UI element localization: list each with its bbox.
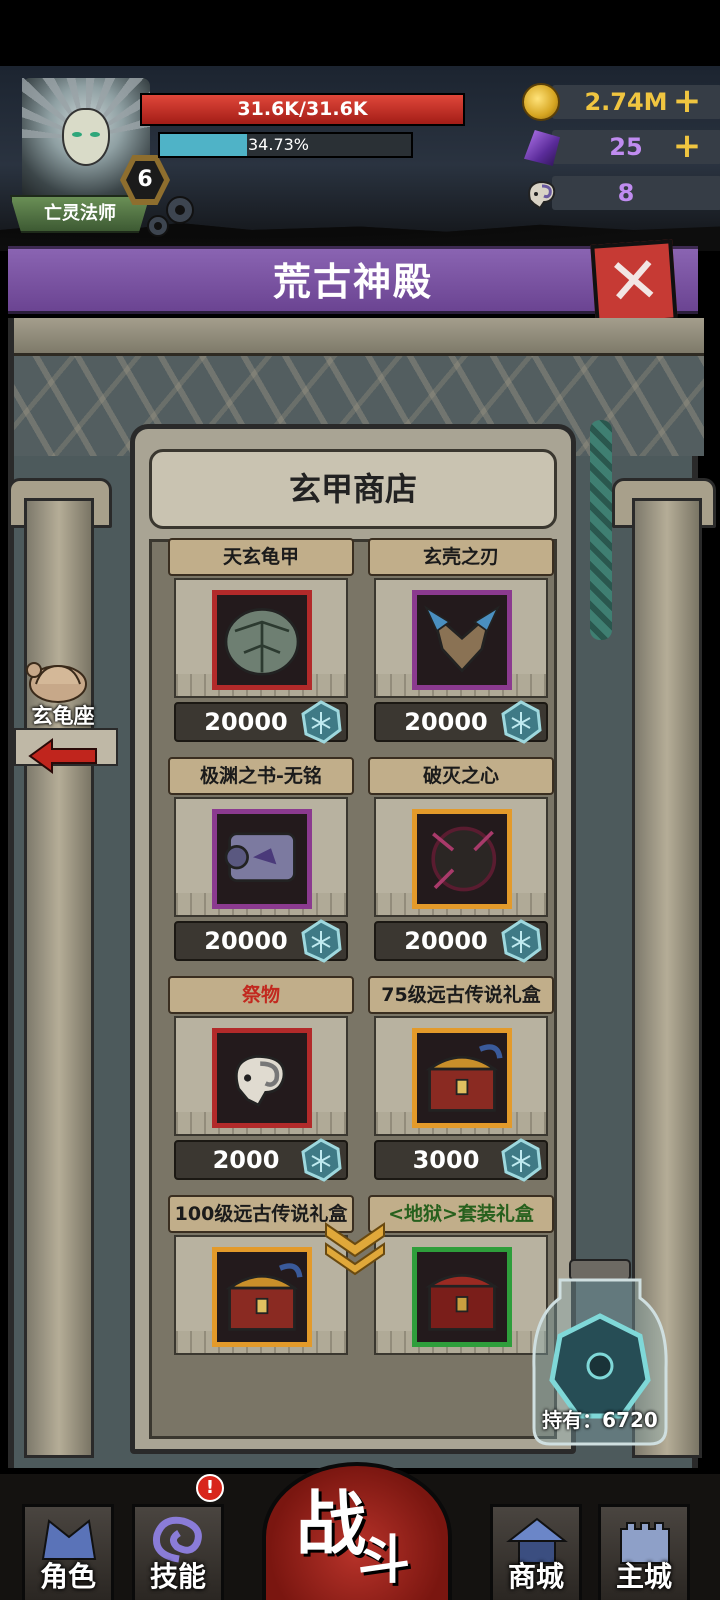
shop-item-name: 75级远古传说礼盒 (368, 976, 554, 1014)
turtle-shell-icon (224, 608, 300, 676)
shop-item-price[interactable]: 2000 (174, 1138, 348, 1182)
nav-store-button[interactable]: 商城 (490, 1504, 582, 1600)
item-frame (412, 809, 512, 909)
shop-item-name: 极渊之书-无铭 (168, 757, 354, 795)
ram-skull-resource: 8 (522, 174, 720, 212)
gem-resource: 25 + (522, 128, 720, 166)
price-value: 20000 (204, 927, 288, 955)
nav-role-label: 角色 (39, 1560, 96, 1593)
item-frame (412, 590, 512, 690)
left-pillar (24, 498, 94, 1458)
price-value: 20000 (204, 708, 288, 736)
item-frame (212, 1247, 312, 1347)
shop-item-name: 天玄龟甲 (168, 538, 354, 576)
vine-decoration (590, 420, 612, 640)
shop-item-card[interactable]: 祭物 2000 (168, 976, 354, 1182)
battle-label-1: 战 (296, 1483, 366, 1565)
temple-lintel (14, 318, 704, 356)
holding-count: 持有：6720 (542, 1408, 658, 1432)
nav-city-button[interactable]: 主城 (598, 1504, 690, 1600)
gold-resource: 2.74M + (522, 83, 720, 121)
xp-bar-fill (160, 134, 248, 156)
ram-skull-value: 8 (617, 179, 635, 207)
xp-text: 34.73% (248, 135, 310, 154)
nav-role-button[interactable]: 角色 (22, 1504, 114, 1600)
avatar-face (62, 108, 110, 166)
nav-skill-label: 技能 (149, 1560, 206, 1593)
close-icon: ✕ (604, 243, 664, 321)
player-class-name: 亡灵法师 (10, 195, 150, 233)
hp-bar: 31.6K/31.6K (140, 93, 465, 126)
shop-item-price[interactable]: 20000 (374, 919, 548, 963)
item-frame (412, 1247, 512, 1347)
shop-item-price[interactable]: 20000 (174, 700, 348, 744)
gem-add-button[interactable]: + (672, 128, 702, 166)
price-value: 20000 (404, 927, 488, 955)
shop-item-display (374, 1016, 548, 1136)
abyss-scroll-icon (224, 832, 296, 882)
shop-item-price[interactable]: 20000 (374, 700, 548, 744)
skill-notification-badge: ! (196, 1474, 224, 1502)
gold-add-button[interactable]: + (672, 83, 702, 121)
shop-item-display (374, 1235, 548, 1355)
nav-city-label: 主城 (615, 1560, 672, 1593)
xuan-shard-icon (501, 1138, 542, 1182)
shop-item-display (174, 797, 348, 917)
price-value: 2000 (212, 1146, 280, 1174)
shop-item-card[interactable]: 破灭之心 20000 (368, 757, 554, 963)
dark-heart-icon (431, 826, 497, 892)
price-value: 3000 (412, 1146, 480, 1174)
dragon-chest-icon (425, 1044, 503, 1112)
back-arrow-icon[interactable] (28, 738, 98, 774)
shop-item-card[interactable]: 玄壳之刃 20000 (368, 538, 554, 744)
xp-bar: 34.73% (158, 132, 413, 158)
item-frame (212, 1028, 312, 1128)
item-frame (412, 1028, 512, 1128)
shop-item-card[interactable]: 75级远古传说礼盒 3000 (368, 976, 554, 1182)
pedestal-label[interactable]: 玄龟座 (18, 700, 108, 730)
shop-item-card[interactable]: 极渊之书-无铭 20000 (168, 757, 354, 963)
shop-item-name: 玄壳之刃 (368, 538, 554, 576)
ram-skull-icon (235, 1055, 286, 1107)
shop-title: 玄甲商店 (288, 470, 417, 508)
shop-item-display (374, 578, 548, 698)
battle-label-2: 斗 (358, 1531, 411, 1591)
close-button[interactable]: ✕ (590, 239, 678, 327)
hell-chest-icon (425, 1274, 499, 1331)
shop-item-card[interactable]: <地狱>套装礼盒 (368, 1195, 554, 1357)
turtle-statue-icon[interactable] (22, 650, 94, 706)
xuan-shard-icon (301, 1138, 342, 1182)
xuan-shard-icon (301, 700, 342, 744)
dragon-chest-icon (225, 1263, 303, 1331)
shop-item-display (374, 797, 548, 917)
shop-title-box: 玄甲商店 (149, 449, 557, 529)
shop-item-price[interactable]: 20000 (174, 919, 348, 963)
shell-blade-icon (423, 605, 501, 673)
status-bar-area (0, 0, 720, 66)
xuan-shard-icon (301, 919, 342, 963)
xuan-shard-icon (501, 700, 542, 744)
shop-item-price[interactable]: 3000 (374, 1138, 548, 1182)
nav-skill-button[interactable]: 技能 (132, 1504, 224, 1600)
hp-text: 31.6K/31.6K (237, 98, 368, 120)
xuan-shard-icon (501, 919, 542, 963)
item-frame (212, 590, 312, 690)
shop-item-name: 破灭之心 (368, 757, 554, 795)
battle-button[interactable]: 战 斗 (262, 1462, 452, 1600)
shop-item-display (174, 578, 348, 698)
item-frame (212, 809, 312, 909)
shop-item-card[interactable]: 天玄龟甲 20000 (168, 538, 354, 744)
shop-item-display (174, 1016, 348, 1136)
scroll-down-chevron-icon[interactable] (320, 1216, 390, 1276)
nav-store-label: 商城 (507, 1560, 564, 1593)
settings-gear-icon[interactable] (142, 190, 198, 240)
shop-item-name: 祭物 (168, 976, 354, 1014)
price-value: 20000 (404, 708, 488, 736)
shop-item-name: <地狱>套装礼盒 (368, 1195, 554, 1233)
